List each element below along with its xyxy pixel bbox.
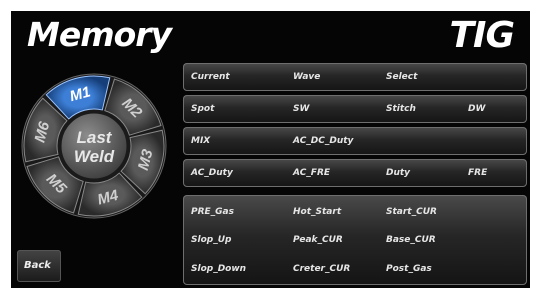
param-sw[interactable]: SW <box>293 104 309 114</box>
panel-mix: MIX AC_DC_Duty <box>183 127 527 155</box>
back-button-label: Back <box>24 260 51 271</box>
param-mix[interactable]: MIX <box>191 136 210 146</box>
param-fre[interactable]: FRE <box>468 168 487 178</box>
memory-dial: M1 M2 M3 M4 M5 M6 Last Weld <box>21 73 167 219</box>
weld-mode-label: TIG <box>449 15 515 56</box>
param-spot[interactable]: Spot <box>191 104 214 114</box>
last-weld-label-1: Last <box>77 128 113 147</box>
param-start-cur[interactable]: Start_CUR <box>386 207 437 217</box>
param-post-gas[interactable]: Post_Gas <box>386 264 432 274</box>
param-wave[interactable]: Wave <box>293 72 320 82</box>
param-ac-dc-duty[interactable]: AC_DC_Duty <box>293 136 353 146</box>
param-duty[interactable]: Duty <box>386 168 410 178</box>
param-dw[interactable]: DW <box>468 104 485 114</box>
param-stitch[interactable]: Stitch <box>386 104 416 114</box>
param-slop-up[interactable]: Slop_Up <box>191 235 231 245</box>
param-pre-gas[interactable]: PRE_Gas <box>191 207 234 217</box>
panel-current: Current Wave Select <box>183 63 527 91</box>
param-hot-start[interactable]: Hot_Start <box>293 207 341 217</box>
page-title: Memory <box>27 15 172 54</box>
back-button[interactable]: Back <box>17 250 61 282</box>
param-slop-down[interactable]: Slop_Down <box>191 264 246 274</box>
panel-sequence: PRE_Gas Hot_Start Start_CUR Slop_Up Peak… <box>183 195 527 285</box>
param-peak-cur[interactable]: Peak_CUR <box>293 235 343 245</box>
param-base-cur[interactable]: Base_CUR <box>386 235 436 245</box>
param-creter-cur[interactable]: Creter_CUR <box>293 264 350 274</box>
memory-screen: Memory TIG M1 M2 M3 M4 M5 M6 Last Weld C… <box>11 11 530 288</box>
panel-spot: Spot SW Stitch DW <box>183 95 527 123</box>
param-ac-fre[interactable]: AC_FRE <box>293 168 330 178</box>
panel-ac-duty: AC_Duty AC_FRE Duty FRE <box>183 159 527 187</box>
param-current[interactable]: Current <box>191 72 230 82</box>
param-select[interactable]: Select <box>386 72 417 82</box>
param-ac-duty[interactable]: AC_Duty <box>191 168 233 178</box>
last-weld-label-2: Weld <box>74 147 115 166</box>
last-weld-button[interactable]: Last Weld <box>58 110 130 182</box>
